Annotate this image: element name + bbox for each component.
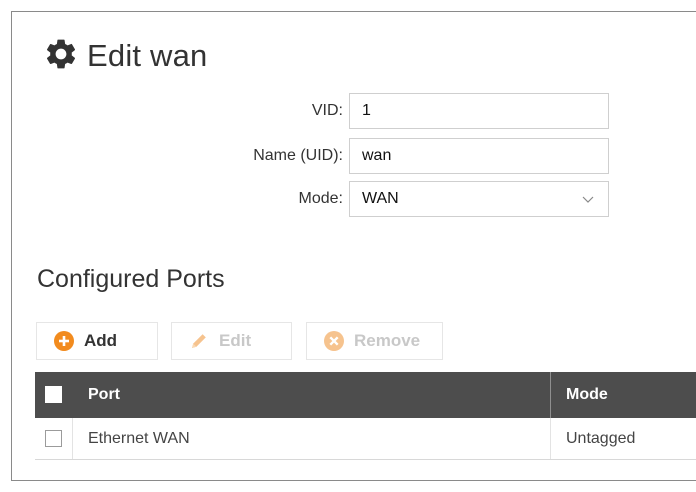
name-input[interactable] (349, 138, 609, 174)
remove-button-label: Remove (354, 331, 421, 350)
edit-button-label: Edit (219, 331, 252, 350)
row-mode-cell: Untagged (566, 430, 636, 447)
configured-ports-title: Configured Ports (37, 265, 225, 293)
plus-circle-icon (54, 331, 74, 351)
table-row[interactable]: Ethernet WAN Untagged (35, 418, 696, 460)
name-label: Name (UID): (253, 147, 343, 164)
remove-button[interactable]: Remove (306, 322, 443, 360)
chevron-down-icon (582, 196, 594, 203)
mode-select[interactable]: WAN (349, 181, 609, 217)
cell-divider (550, 418, 551, 459)
cell-divider (72, 418, 73, 459)
vid-input[interactable] (349, 93, 609, 129)
add-button-label: Add (84, 331, 118, 350)
mode-row: Mode: WAN (0, 181, 696, 217)
select-all-checkbox[interactable] (45, 386, 62, 403)
column-header-mode[interactable]: Mode (566, 386, 608, 404)
add-button[interactable]: Add (36, 322, 158, 360)
gear-icon (43, 36, 79, 77)
page-title: Edit wan (87, 38, 208, 73)
edit-button[interactable]: Edit (171, 322, 292, 360)
row-port-cell: Ethernet WAN (88, 430, 190, 447)
pencil-icon (192, 334, 206, 348)
mode-select-value: WAN (362, 190, 399, 207)
vid-row: VID: (0, 93, 696, 129)
ports-table-header: Port Mode (35, 372, 696, 418)
name-row: Name (UID): (0, 138, 696, 174)
column-header-port[interactable]: Port (88, 386, 120, 404)
page-header: Edit wan (43, 36, 208, 76)
vid-label: VID: (311, 102, 343, 119)
mode-label: Mode: (298, 190, 343, 207)
column-divider (550, 372, 551, 418)
row-checkbox[interactable] (45, 430, 62, 447)
remove-circle-icon (324, 331, 344, 351)
